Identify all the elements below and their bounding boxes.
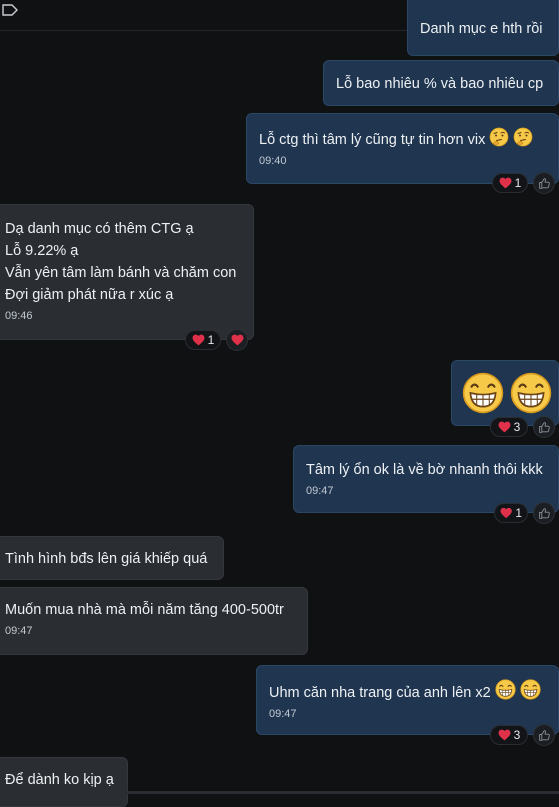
thumbs-up-icon: [538, 421, 551, 434]
message-time: 09:47: [5, 625, 33, 637]
grinning-face-emoji: [520, 679, 541, 700]
message-line: Dạ danh mục có thêm CTG ạ: [5, 221, 194, 237]
grinning-face-emoji: [510, 372, 552, 414]
message-text: Lỗ ctg thì tâm lý cũng tự tin hơn vix: [259, 132, 486, 148]
reaction-count: 3: [513, 420, 521, 434]
message-outgoing[interactable]: Lỗ bao nhiêu % và bao nhiêu cp: [323, 60, 559, 106]
message-line: Vẫn yên tâm làm bánh và chăm con: [5, 265, 237, 281]
message-time: 09:40: [259, 155, 287, 167]
message-text: Uhm căn nha trang của anh lên x2: [269, 685, 491, 701]
message-text: Tâm lý ổn ok là về bờ nhanh thôi kkk: [306, 462, 543, 478]
message-incoming[interactable]: Tình hình bđs lên giá khiếp quá: [0, 536, 224, 580]
message-text: Danh mục e hth rồi: [420, 21, 543, 37]
like-button[interactable]: [533, 172, 555, 194]
heart-icon: [498, 729, 511, 741]
reaction-count: 1: [514, 176, 522, 190]
message-incoming[interactable]: Muốn mua nhà mà mỗi năm tăng 400-500tr 0…: [0, 587, 308, 655]
message-incoming[interactable]: Để dành ko kịp ạ: [0, 757, 128, 807]
message-time: 09:47: [306, 485, 334, 497]
reaction-heart[interactable]: 3: [490, 417, 528, 437]
message-text: Lỗ bao nhiêu % và bao nhiêu cp: [336, 76, 544, 92]
thinking-face-emoji: [513, 127, 533, 147]
like-button[interactable]: [533, 502, 555, 524]
heart-icon: [499, 177, 512, 189]
like-button[interactable]: [533, 416, 555, 438]
thumbs-up-icon: [538, 177, 551, 190]
reaction-heart[interactable]: 1: [492, 173, 528, 193]
reaction-count: 1: [207, 333, 215, 347]
reaction-heart[interactable]: 1: [494, 503, 528, 523]
reaction-heart[interactable]: 3: [490, 725, 528, 745]
message-line: Lỗ 9.22% ạ: [5, 243, 79, 259]
heart-icon: [192, 334, 205, 346]
message-text: Muốn mua nhà mà mỗi năm tăng 400-500tr: [5, 602, 284, 618]
like-button[interactable]: [533, 724, 555, 746]
tag-icon[interactable]: [2, 3, 18, 17]
heart-icon: [500, 507, 512, 519]
message-incoming[interactable]: Dạ danh mục có thêm CTG ạ Lỗ 9.22% ạ Vẫn…: [0, 204, 254, 340]
heart-icon: [498, 421, 511, 433]
thumbs-up-icon: [538, 729, 551, 742]
message-text: Tình hình bđs lên giá khiếp quá: [5, 551, 208, 567]
add-heart-button[interactable]: [226, 329, 248, 351]
grinning-face-emoji: [462, 372, 504, 414]
reaction-count: 1: [515, 506, 522, 520]
grinning-face-emoji: [495, 679, 516, 700]
message-time: 09:47: [269, 708, 297, 720]
message-text: Để dành ko kịp ạ: [5, 772, 114, 788]
message-line: Đợi giảm phát nữa r xúc ạ: [5, 287, 174, 303]
thinking-face-emoji: [489, 127, 509, 147]
message-time: 09:46: [5, 310, 33, 322]
reaction-heart[interactable]: 1: [185, 330, 221, 350]
reaction-count: 3: [513, 728, 521, 742]
heart-icon: [231, 334, 244, 346]
message-outgoing[interactable]: Danh mục e hth rồi: [407, 0, 559, 56]
thumbs-up-icon: [538, 507, 551, 520]
